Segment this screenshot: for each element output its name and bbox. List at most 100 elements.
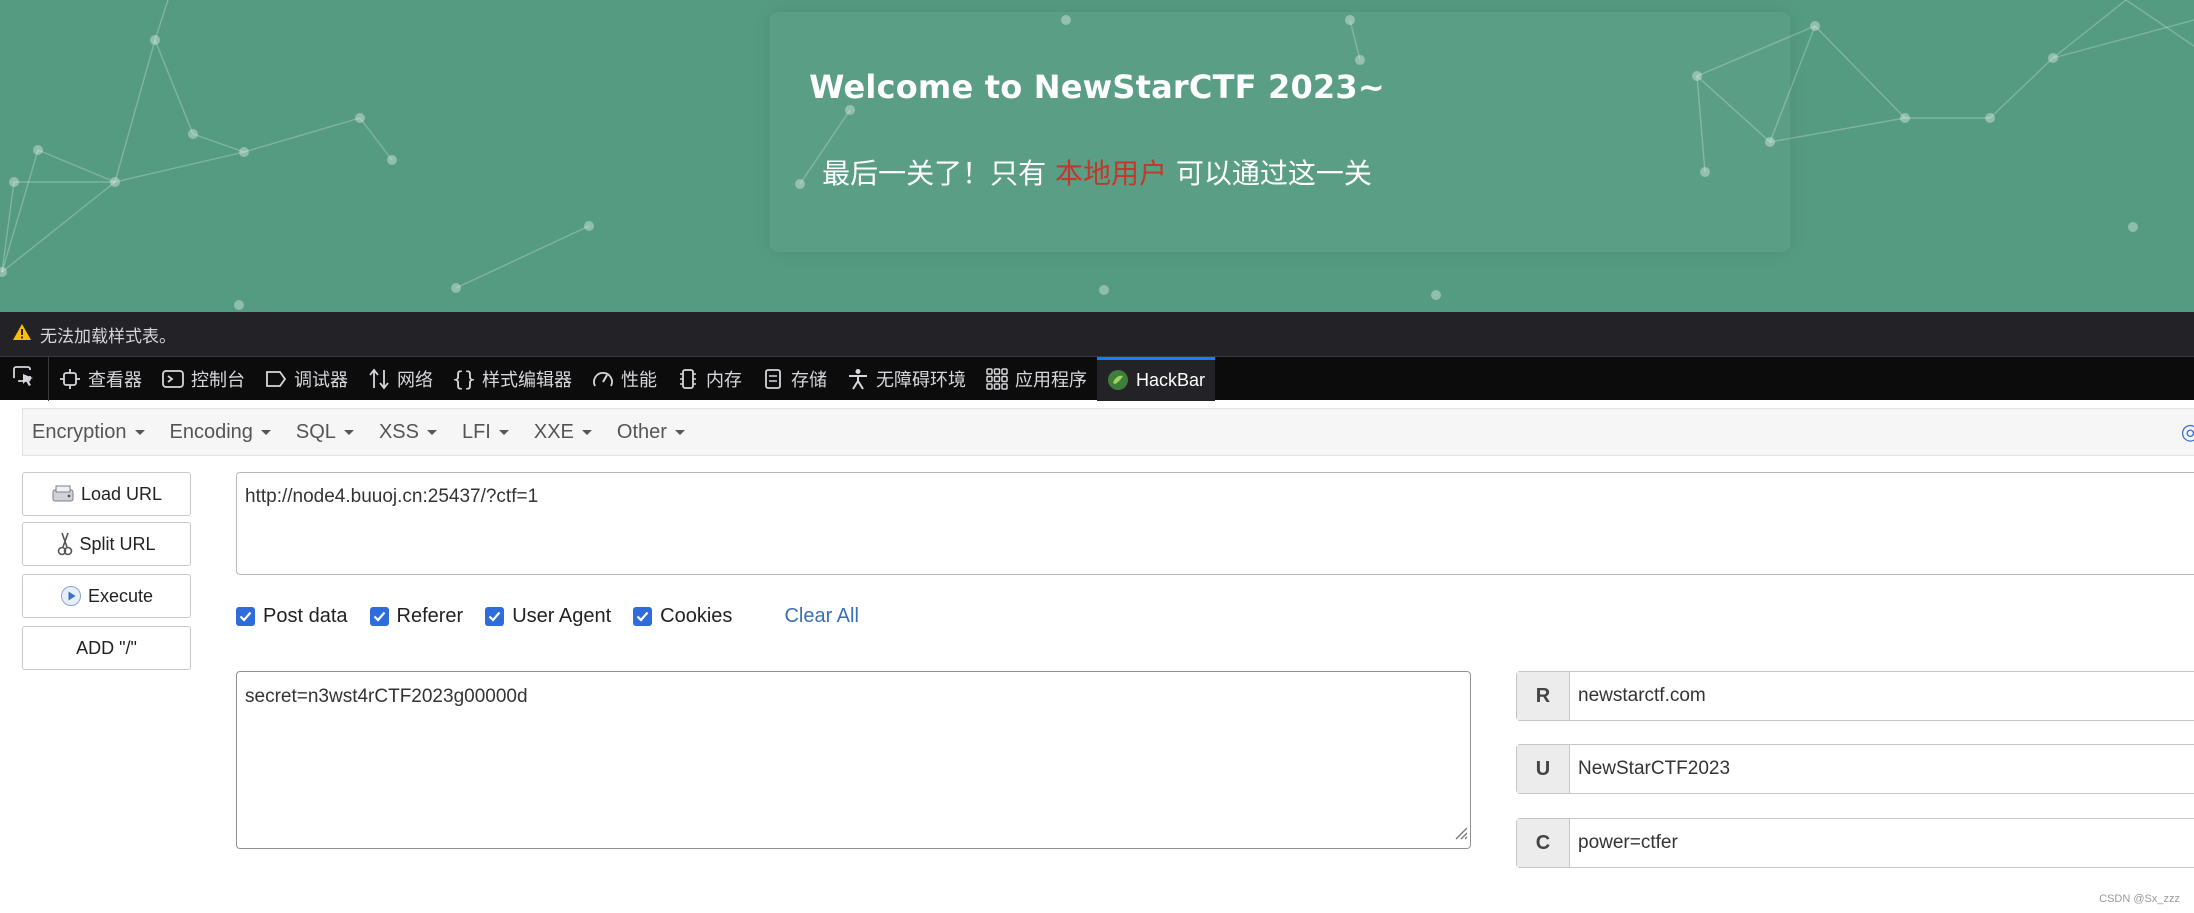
menu-xxe[interactable]: XXE bbox=[525, 421, 608, 444]
subtitle-text: 最后一关了！只有 bbox=[822, 157, 1047, 190]
scissors-icon bbox=[57, 531, 73, 557]
watermark: CSDN @Sx_zzz bbox=[2099, 893, 2180, 905]
subtitle-text-end: 可以通过这一关 bbox=[1175, 157, 1372, 190]
url-textarea[interactable]: http://node4.buuoj.cn:25437/?ctf=1 bbox=[236, 472, 2194, 575]
clear-all-link[interactable]: Clear All bbox=[784, 605, 858, 628]
tab-performance[interactable]: 性能 bbox=[582, 357, 667, 401]
add-slash-label: ADD "/" bbox=[76, 637, 137, 658]
element-picker-button[interactable] bbox=[0, 356, 49, 401]
tab-application[interactable]: 应用程序 bbox=[976, 357, 1097, 401]
execute-label: Execute bbox=[87, 585, 154, 606]
menu-label: SQL bbox=[295, 420, 336, 443]
tab-label: HackBar bbox=[1136, 369, 1206, 390]
menu-lfi[interactable]: LFI bbox=[453, 421, 525, 444]
tab-network[interactable]: 网络 bbox=[358, 357, 443, 401]
split-url-button[interactable]: Split URL bbox=[22, 522, 191, 566]
hero-card bbox=[770, 12, 1790, 252]
load-url-label: Load URL bbox=[80, 483, 163, 504]
tab-label: 网络 bbox=[397, 369, 433, 390]
tab-hackbar[interactable]: HackBar bbox=[1097, 356, 1216, 401]
tab-label: 调试器 bbox=[294, 369, 348, 390]
post-data-option[interactable]: Post data bbox=[236, 605, 348, 628]
post-data-textarea[interactable]: secret=n3wst4rCTF2023g00000d bbox=[236, 671, 1471, 849]
option-label: User Agent bbox=[512, 604, 612, 627]
page-hero: Welcome to NewStarCTF 2023~ 最后一关了！只有 本地用… bbox=[0, 0, 2194, 312]
option-label: Post data bbox=[263, 604, 348, 627]
tab-label: 应用程序 bbox=[1015, 369, 1087, 390]
referer-value[interactable]: newstarctf.com bbox=[1570, 672, 1706, 720]
tab-label: 性能 bbox=[621, 369, 657, 390]
hackbar-icon bbox=[1107, 369, 1129, 391]
menu-label: XSS bbox=[378, 420, 419, 443]
load-url-button[interactable]: Load URL bbox=[22, 472, 191, 516]
referer-key-label: R bbox=[1517, 672, 1570, 720]
menu-label: Other bbox=[616, 420, 667, 443]
caret-down-icon bbox=[674, 429, 685, 435]
referer-option[interactable]: Referer bbox=[369, 604, 464, 628]
settings-icon[interactable]: ◎ bbox=[2181, 419, 2194, 445]
tab-debugger[interactable]: 调试器 bbox=[255, 357, 358, 401]
page-subtitle: 最后一关了！只有 本地用户 可以通过这一关 bbox=[0, 152, 2194, 192]
caret-down-icon bbox=[581, 429, 592, 435]
user-agent-value[interactable]: NewStarCTF2023 bbox=[1570, 745, 1730, 793]
warning-icon bbox=[12, 323, 32, 346]
application-icon bbox=[986, 367, 1008, 390]
storage-icon bbox=[762, 368, 784, 390]
menu-encryption[interactable]: Encryption bbox=[23, 421, 161, 444]
tab-label: 控制台 bbox=[191, 369, 245, 390]
performance-icon bbox=[592, 368, 614, 390]
cookies-option[interactable]: Cookies bbox=[633, 605, 732, 628]
warning-text: 无法加载样式表。 bbox=[40, 326, 176, 346]
menu-label: XXE bbox=[533, 420, 574, 443]
checkbox-checked-icon[interactable] bbox=[485, 606, 505, 626]
page-title: Welcome to NewStarCTF 2023~ bbox=[809, 68, 1385, 106]
option-label: Referer bbox=[396, 604, 464, 627]
menu-encoding[interactable]: Encoding bbox=[161, 421, 287, 444]
request-options: Post data Referer User Agent Cookies Cle… bbox=[236, 600, 859, 632]
devtools-toolbar: 查看器 控制台 调试器 网络 {} 样式编辑器 性能 内存 存储 无障碍环境 应… bbox=[0, 356, 2194, 401]
option-label: Cookies bbox=[660, 604, 733, 627]
checkbox-checked-icon[interactable] bbox=[369, 606, 389, 626]
cookies-field[interactable]: C power=ctfer bbox=[1516, 818, 2194, 868]
cookies-value[interactable]: power=ctfer bbox=[1570, 819, 1678, 867]
execute-button[interactable]: Execute bbox=[22, 574, 191, 618]
tab-style-editor[interactable]: {} 样式编辑器 bbox=[443, 357, 582, 401]
tab-accessibility[interactable]: 无障碍环境 bbox=[837, 357, 976, 401]
checkbox-checked-icon[interactable] bbox=[633, 606, 653, 626]
caret-down-icon bbox=[260, 429, 271, 435]
cookies-key-label: C bbox=[1517, 819, 1570, 867]
caret-down-icon bbox=[426, 429, 437, 435]
referer-field[interactable]: R newstarctf.com bbox=[1516, 671, 2194, 721]
tab-inspector[interactable]: 查看器 bbox=[49, 357, 152, 401]
split-url-label: Split URL bbox=[79, 533, 156, 554]
debugger-icon bbox=[265, 368, 287, 390]
post-data-value: secret=n3wst4rCTF2023g00000d bbox=[245, 686, 528, 707]
menu-sql[interactable]: SQL bbox=[287, 421, 370, 444]
style-editor-icon: {} bbox=[451, 366, 477, 391]
network-icon bbox=[368, 368, 390, 390]
tab-label: 样式编辑器 bbox=[482, 369, 572, 390]
menu-label: Encoding bbox=[169, 420, 253, 443]
accessibility-icon bbox=[847, 368, 869, 390]
add-slash-button[interactable]: ADD "/" bbox=[22, 626, 191, 670]
pick-element-icon bbox=[12, 365, 36, 392]
tab-console[interactable]: 控制台 bbox=[152, 357, 255, 401]
user-agent-field[interactable]: U NewStarCTF2023 bbox=[1516, 744, 2194, 794]
menu-label: LFI bbox=[461, 420, 491, 443]
resize-grip-icon[interactable] bbox=[1452, 824, 1468, 846]
caret-down-icon bbox=[343, 429, 354, 435]
tab-label: 无障碍环境 bbox=[876, 369, 966, 390]
tab-storage[interactable]: 存储 bbox=[752, 357, 837, 401]
tab-memory[interactable]: 内存 bbox=[667, 357, 752, 401]
menu-other[interactable]: Other bbox=[608, 421, 701, 444]
user-agent-key-label: U bbox=[1517, 745, 1570, 793]
menu-xss[interactable]: XSS bbox=[370, 421, 453, 444]
caret-down-icon bbox=[134, 429, 145, 435]
stylesheet-warning-bar: 无法加载样式表。 bbox=[0, 312, 2194, 356]
checkbox-checked-icon[interactable] bbox=[236, 606, 255, 626]
user-agent-option[interactable]: User Agent bbox=[485, 605, 611, 628]
tab-label: 查看器 bbox=[88, 369, 142, 390]
console-icon bbox=[162, 368, 184, 390]
menu-label: Encryption bbox=[32, 420, 127, 443]
caret-down-icon bbox=[498, 429, 509, 435]
